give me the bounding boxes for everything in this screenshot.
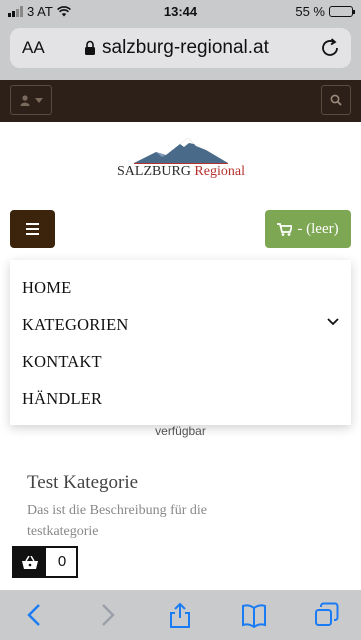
shopping-cart-icon bbox=[277, 222, 293, 236]
basket-count: 0 bbox=[57, 553, 67, 570]
search-icon bbox=[330, 94, 342, 106]
browser-bottom-toolbar bbox=[0, 590, 361, 640]
url-text[interactable]: salzburg-regional.at bbox=[102, 37, 269, 59]
basket-counter[interactable]: 0 bbox=[12, 546, 78, 578]
lock-icon bbox=[85, 40, 95, 55]
nav-dropdown: HOME KATEGORIEN KONTAKT HÄNDLER bbox=[10, 260, 351, 425]
cart-label: - (leer) bbox=[297, 220, 339, 237]
category-description: Das ist die Beschreibung für die testkat… bbox=[27, 503, 208, 539]
menu-item-kontakt[interactable]: KONTAKT bbox=[22, 352, 102, 372]
battery-icon bbox=[329, 6, 355, 17]
user-account-button[interactable] bbox=[10, 85, 52, 115]
bookmarks-icon[interactable] bbox=[241, 602, 267, 628]
reload-icon[interactable] bbox=[319, 37, 341, 59]
search-button[interactable] bbox=[321, 85, 351, 115]
cart-button[interactable]: - (leer) bbox=[265, 210, 351, 248]
logo-text: SALZBURG Regional bbox=[117, 164, 245, 179]
user-icon bbox=[20, 94, 29, 106]
address-bar[interactable]: AA salzburg-regional.at bbox=[10, 28, 351, 68]
menu-item-home[interactable]: HOME bbox=[22, 278, 71, 298]
tabs-icon[interactable] bbox=[314, 602, 340, 628]
share-icon[interactable] bbox=[167, 602, 193, 628]
back-icon[interactable] bbox=[22, 602, 48, 628]
menu-toggle-button[interactable] bbox=[10, 210, 55, 248]
text-size-button[interactable]: AA bbox=[22, 38, 45, 58]
basket-icon bbox=[14, 548, 46, 576]
browser-top-chrome: 3 AT 13:44 55 % AA salzburg-regional.at bbox=[0, 0, 361, 80]
chevron-down-icon[interactable] bbox=[327, 318, 339, 326]
menu-item-kategorien[interactable]: KATEGORIEN bbox=[22, 315, 129, 335]
caret-down-icon bbox=[34, 97, 43, 103]
status-bar: 3 AT 13:44 55 % bbox=[0, 0, 361, 24]
forward-icon[interactable] bbox=[94, 602, 120, 628]
menu-item-haendler[interactable]: HÄNDLER bbox=[22, 389, 102, 409]
category-title[interactable]: Test Kategorie bbox=[27, 472, 138, 494]
site-top-bar bbox=[0, 80, 361, 122]
site-logo[interactable]: SALZBURG Regional bbox=[116, 138, 246, 184]
mountain-logo-icon bbox=[134, 138, 228, 164]
battery-percent: 55 % bbox=[295, 4, 325, 19]
availability-text: verfügbar bbox=[155, 424, 206, 438]
